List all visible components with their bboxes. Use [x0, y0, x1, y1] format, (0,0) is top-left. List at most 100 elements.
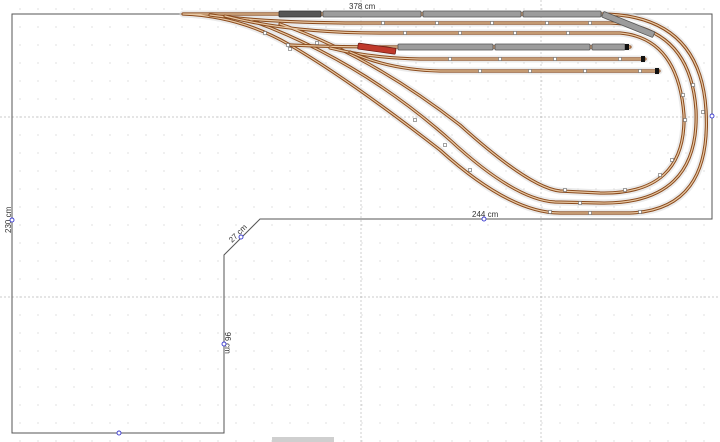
grid-dot — [55, 422, 57, 424]
grid-dot — [271, 98, 273, 100]
grid-dot — [469, 242, 471, 244]
selection-handle-icon[interactable] — [9, 217, 15, 223]
grid-dot — [181, 386, 183, 388]
selection-handle-icon[interactable] — [238, 234, 244, 240]
grid-dot — [73, 404, 75, 406]
train-car[interactable] — [494, 43, 591, 51]
selection-handle-icon[interactable] — [221, 341, 227, 347]
grid-dot — [271, 332, 273, 334]
grid-dot — [667, 440, 669, 442]
grid-dot — [19, 242, 21, 244]
grid-dot — [181, 440, 183, 442]
grid-dot — [361, 422, 363, 424]
grid-dot — [289, 332, 291, 334]
grid-dot — [505, 350, 507, 352]
grid-dot — [217, 8, 219, 10]
train-car[interactable] — [397, 43, 494, 51]
rail-joint — [683, 118, 687, 122]
grid-dot — [37, 332, 39, 334]
grid-dot — [523, 350, 525, 352]
grid-dot — [19, 422, 21, 424]
grid-dot — [487, 350, 489, 352]
grid-dot — [631, 170, 633, 172]
grid-dot — [505, 332, 507, 334]
grid-dot — [523, 422, 525, 424]
grid-dot — [379, 422, 381, 424]
grid-dot — [451, 62, 453, 64]
grid-dot — [469, 206, 471, 208]
grid-dot — [37, 314, 39, 316]
selection-handle-icon[interactable] — [709, 113, 715, 119]
grid-dot — [415, 332, 417, 334]
locomotive[interactable] — [278, 10, 322, 18]
grid-dot — [55, 314, 57, 316]
grid-dot — [613, 170, 615, 172]
grid-dot — [199, 386, 201, 388]
rail-joint — [498, 57, 502, 61]
horizontal-scrollbar-thumb[interactable] — [272, 437, 334, 442]
grid-dot — [91, 44, 93, 46]
layout-canvas[interactable]: 378 cm 230 cm 244 cm 27 cm 96 cm — [0, 0, 720, 442]
selection-handle-icon[interactable] — [481, 216, 487, 222]
grid-dot — [109, 440, 111, 442]
grid-dot — [361, 260, 363, 262]
grid-dot — [19, 386, 21, 388]
grid-dot — [325, 152, 327, 154]
grid-dot — [487, 422, 489, 424]
grid-dot — [397, 188, 399, 190]
train-car[interactable] — [522, 10, 602, 18]
grid-dot — [631, 386, 633, 388]
train-car[interactable] — [422, 10, 522, 18]
grid-dot — [19, 188, 21, 190]
grid-dot — [19, 206, 21, 208]
grid-dot — [199, 134, 201, 136]
grid-dot — [685, 26, 687, 28]
grid-dot — [19, 98, 21, 100]
grid-dot — [235, 98, 237, 100]
grid-dot — [631, 8, 633, 10]
grid-dot — [559, 98, 561, 100]
grid-dot — [505, 98, 507, 100]
grid-dot — [361, 224, 363, 226]
grid-dot — [253, 80, 255, 82]
grid-dot — [73, 224, 75, 226]
grid-dot — [649, 134, 651, 136]
grid-dot — [361, 350, 363, 352]
grid-dot — [505, 260, 507, 262]
grid-dot — [451, 26, 453, 28]
grid-dot — [109, 386, 111, 388]
grid-dot — [217, 404, 219, 406]
grid-dot — [577, 350, 579, 352]
grid-dot — [577, 8, 579, 10]
grid-dot — [19, 350, 21, 352]
grid-dot — [343, 386, 345, 388]
train-car[interactable] — [322, 10, 422, 18]
grid-dot — [595, 386, 597, 388]
grid-dot — [667, 152, 669, 154]
grid-dot — [361, 26, 363, 28]
train-car[interactable] — [591, 43, 626, 51]
grid-dot — [667, 98, 669, 100]
grid-dot — [613, 422, 615, 424]
grid-dot — [145, 440, 147, 442]
grid-dot — [307, 386, 309, 388]
grid-dot — [307, 188, 309, 190]
grid-dot — [37, 134, 39, 136]
grid-dot — [163, 44, 165, 46]
grid-dot — [181, 170, 183, 172]
grid-dot — [109, 278, 111, 280]
grid-dot — [235, 314, 237, 316]
grid-dot — [235, 440, 237, 442]
track-plan[interactable] — [179, 10, 710, 217]
grid-dot — [37, 188, 39, 190]
grid-dot — [199, 404, 201, 406]
grid-dot — [613, 440, 615, 442]
grid-dot — [91, 440, 93, 442]
grid-dot — [325, 224, 327, 226]
grid-dot — [199, 278, 201, 280]
grid-dot — [253, 404, 255, 406]
selection-handle-icon[interactable] — [116, 430, 122, 436]
grid-dot — [325, 386, 327, 388]
grid-dot — [145, 386, 147, 388]
grid-dot — [541, 404, 543, 406]
